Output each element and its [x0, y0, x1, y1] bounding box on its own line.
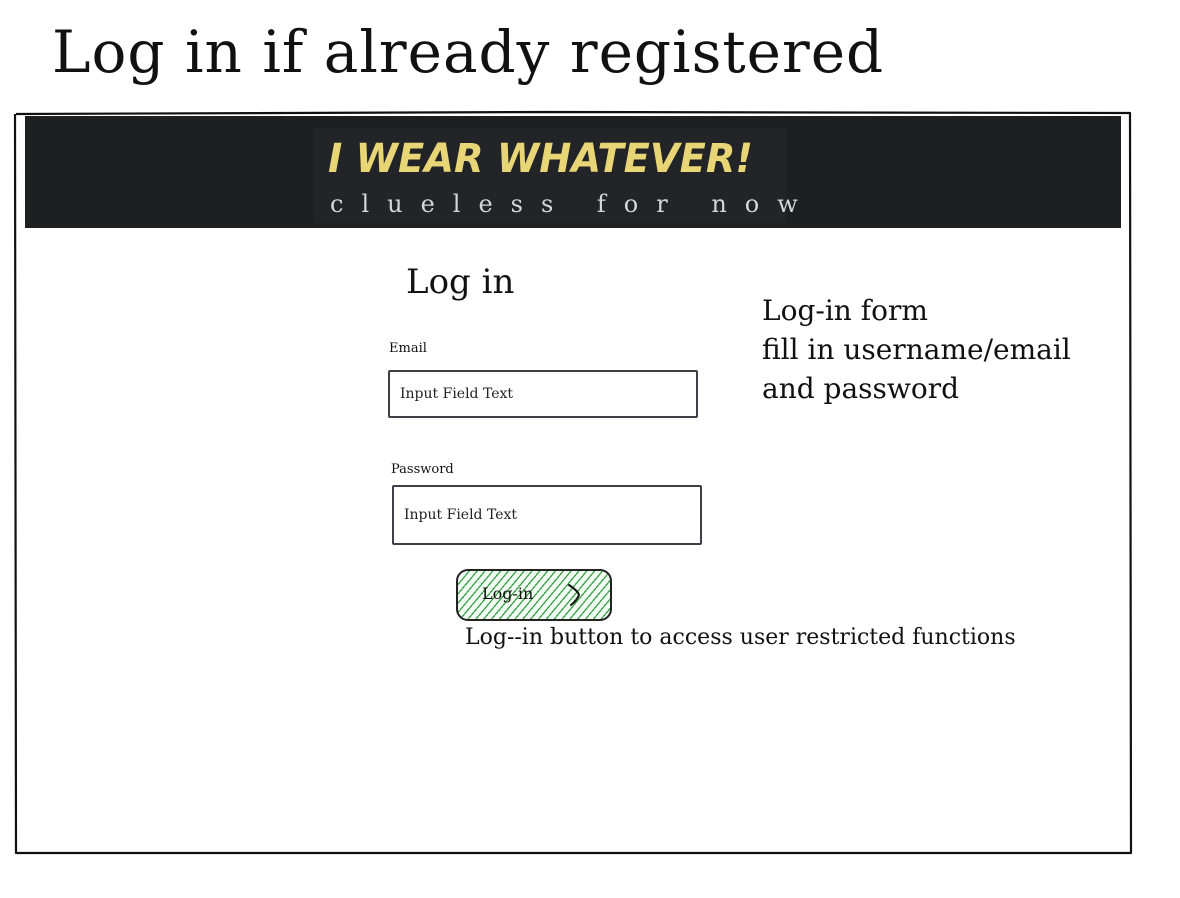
form-annotation-line: and password	[762, 372, 960, 405]
email-field[interactable]	[388, 370, 698, 418]
form-heading: Log in	[406, 262, 515, 302]
logo-subtitle: clueless for now	[330, 190, 816, 218]
form-annotation-line: Log-in form	[762, 294, 928, 327]
button-annotation: Log--in button to access user restricted…	[465, 625, 1016, 650]
form-annotation: Log-in form fill in username/email and p…	[762, 291, 1071, 408]
chevron-right-icon	[568, 584, 581, 606]
page-heading: Log in if already registered	[52, 18, 885, 86]
form-annotation-line: fill in username/email	[762, 333, 1071, 366]
brand-logo[interactable]: I WEAR WHATEVER! clueless for now	[314, 128, 798, 223]
site-header: I WEAR WHATEVER! clueless for now	[25, 116, 1121, 228]
logo-title: I WEAR WHATEVER!	[328, 136, 753, 182]
login-button[interactable]: Log-in	[456, 569, 612, 621]
password-label: Password	[391, 462, 454, 477]
email-label: Email	[389, 341, 427, 356]
password-field[interactable]	[392, 485, 702, 545]
login-button-label: Log-in	[482, 584, 534, 603]
